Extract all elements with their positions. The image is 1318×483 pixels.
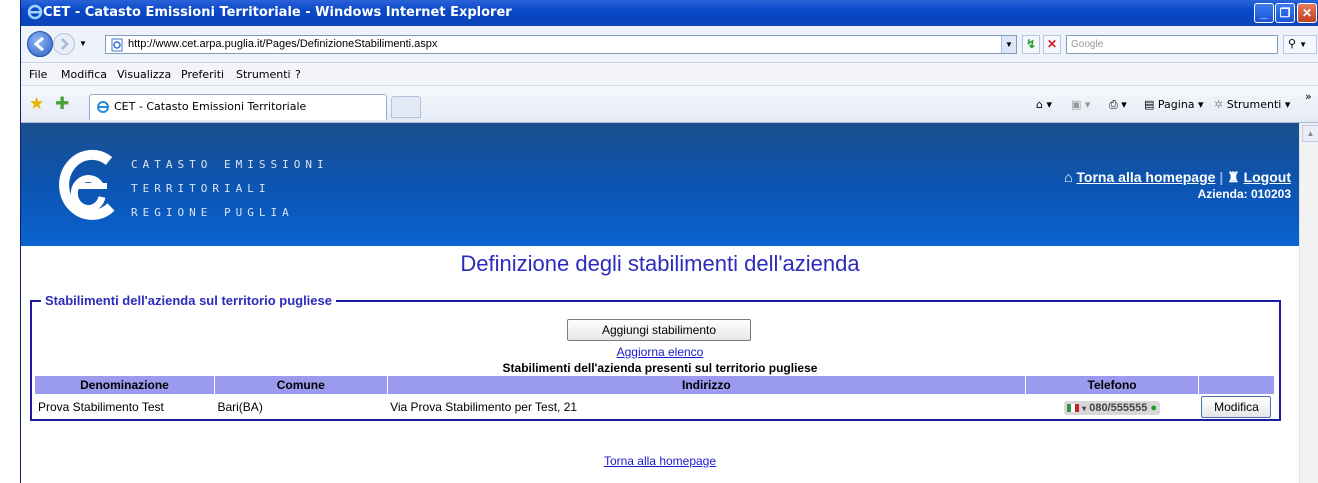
page-icon [111, 38, 123, 52]
lock-icon: ♜ [1227, 169, 1240, 185]
search-input[interactable]: Google [1066, 35, 1278, 54]
phone-dropdown-icon: ▾ [1082, 403, 1087, 413]
cell-comune: Bari(BA) [217, 400, 263, 414]
stop-icon: ✕ [1046, 37, 1058, 51]
ie-logo-icon [27, 4, 43, 20]
italy-flag-icon [1067, 403, 1080, 412]
tab-label: CET - Catasto Emissioni Territoriale [114, 100, 307, 113]
search-placeholder: Google [1071, 39, 1104, 50]
minimize-button[interactable]: _ [1254, 3, 1274, 23]
tab-cet[interactable]: CET - Catasto Emissioni Territoriale [89, 94, 387, 120]
cell-telefono: ▾ 080/555555 ● [1026, 394, 1199, 420]
menu-file[interactable]: File [29, 68, 47, 81]
history-dropdown-icon[interactable]: ▼ [79, 39, 87, 48]
tools-menu[interactable]: ✲ Strumenti ▾ [1214, 98, 1290, 111]
table-row: Prova Stabilimento Test Bari(BA) Via Pro… [35, 394, 1275, 420]
menu-bar: File Modifica Visualizza Preferiti Strum… [21, 63, 1318, 86]
header-links: ⌂ Torna alla homepage | ♜ Logout [1064, 169, 1291, 186]
feeds-icon[interactable]: ▣ ▾ [1071, 98, 1090, 111]
vertical-scrollbar[interactable]: ▲ [1299, 123, 1318, 483]
close-button[interactable]: ✕ [1297, 3, 1317, 23]
address-url: http://www.cet.arpa.puglia.it/Pages/Defi… [128, 38, 438, 50]
refresh-list-text[interactable]: Aggiorna elenco [617, 345, 704, 359]
chevron-more-icon[interactable]: » [1305, 90, 1312, 103]
print-icon[interactable]: ⎙ ▾ [1109, 98, 1127, 112]
cet-logo-icon [59, 149, 115, 220]
new-tab-button[interactable] [391, 96, 421, 118]
maximize-button[interactable]: ❐ [1275, 3, 1295, 23]
back-arrow-icon [33, 36, 44, 52]
add-stabilimento-button[interactable]: Aggiungi stabilimento [567, 319, 751, 341]
phone-badge[interactable]: ▾ 080/555555 ● [1064, 400, 1161, 415]
window-title: CET - Catasto Emissioni Territoriale - W… [43, 5, 512, 20]
home-icon[interactable]: ⌂ ▾ [1036, 98, 1052, 111]
search-icon: ⚲ [1288, 38, 1297, 50]
refresh-list-link: Aggiorna elenco [21, 345, 1299, 359]
modifica-button[interactable]: Modifica [1201, 396, 1272, 418]
favorites-star-icon[interactable]: ★ [29, 94, 44, 114]
footer-home-link[interactable]: Torna alla homepage [604, 454, 716, 468]
home-link[interactable]: Torna alla homepage [1076, 169, 1215, 185]
cell-denominazione: Prova Stabilimento Test [38, 400, 164, 414]
page-menu-label: Pagina [1157, 98, 1195, 111]
address-field[interactable]: http://www.cet.arpa.puglia.it/Pages/Defi… [105, 35, 1017, 54]
forward-arrow-icon [61, 38, 69, 50]
address-toolbar: ▼ http://www.cet.arpa.puglia.it/Pages/De… [21, 26, 1318, 63]
footer-link-wrap: Torna alla homepage [21, 454, 1299, 468]
cell-action: Modifica [1198, 394, 1274, 420]
menu-modifica[interactable]: Modifica [61, 68, 107, 81]
tagline-line3: REGIONE PUGLIA [131, 206, 294, 219]
tagline-line1: CATASTO EMISSIONI [131, 158, 329, 171]
col-denominazione: Denominazione [35, 376, 215, 394]
stabilimenti-table: Denominazione Comune Indirizzo Telefono … [35, 376, 1276, 420]
logout-link[interactable]: Logout [1244, 169, 1291, 185]
link-separator: | [1219, 169, 1224, 185]
back-button[interactable] [27, 31, 53, 57]
table-header-row: Denominazione Comune Indirizzo Telefono [35, 376, 1276, 394]
search-button[interactable]: ⚲ ▼ [1283, 35, 1317, 54]
menu-help[interactable]: ? [295, 68, 301, 81]
stop-button[interactable]: ✕ [1043, 35, 1061, 54]
menu-strumenti[interactable]: Strumenti [236, 68, 291, 81]
cell-indirizzo: Via Prova Stabilimento per Test, 21 [390, 400, 578, 414]
table-caption: Stabilimenti dell'azienda presenti sul t… [502, 361, 818, 375]
col-indirizzo: Indirizzo [387, 376, 1027, 394]
address-dropdown-icon[interactable]: ▼ [1001, 36, 1016, 53]
add-favorites-icon[interactable]: ✚ [55, 94, 69, 114]
tab-bar: ★ ✚ CET - Catasto Emissioni Territoriale… [21, 86, 1318, 123]
scroll-up-icon[interactable]: ▲ [1302, 125, 1318, 142]
browser-window: CET - Catasto Emissioni Territoriale - W… [20, 0, 1318, 483]
page-menu[interactable]: ▤ Pagina ▾ [1144, 98, 1204, 111]
ie-page-icon [97, 101, 109, 113]
gear-icon: ✲ [1214, 98, 1224, 111]
search-dropdown-icon: ▼ [1299, 40, 1308, 49]
page-content: CATASTO EMISSIONI TERRITORIALI REGIONE P… [21, 123, 1299, 483]
col-comune: Comune [214, 376, 388, 394]
tools-menu-label: Strumenti [1226, 98, 1282, 111]
refresh-icon: ↯ [1025, 37, 1037, 51]
menu-visualizza[interactable]: Visualizza [117, 68, 171, 81]
azienda-code: Azienda: 010203 [1197, 187, 1291, 201]
tagline-line2: TERRITORIALI [131, 182, 271, 195]
phone-number: 080/555555 [1089, 401, 1148, 414]
page-menu-icon: ▤ [1144, 98, 1155, 111]
title-bar: CET - Catasto Emissioni Territoriale - W… [21, 0, 1318, 26]
menu-preferiti[interactable]: Preferiti [181, 68, 224, 81]
call-icon: ● [1150, 401, 1158, 414]
col-actions [1198, 376, 1276, 394]
forward-button[interactable] [53, 33, 75, 55]
col-telefono: Telefono [1025, 376, 1199, 394]
site-header: CATASTO EMISSIONI TERRITORIALI REGIONE P… [21, 123, 1299, 246]
fieldset-legend: Stabilimenti dell'azienda sul territorio… [41, 293, 336, 308]
refresh-button[interactable]: ↯ [1022, 35, 1040, 54]
page-title: Definizione degli stabilimenti dell'azie… [460, 251, 860, 276]
home-small-icon: ⌂ [1064, 169, 1073, 185]
